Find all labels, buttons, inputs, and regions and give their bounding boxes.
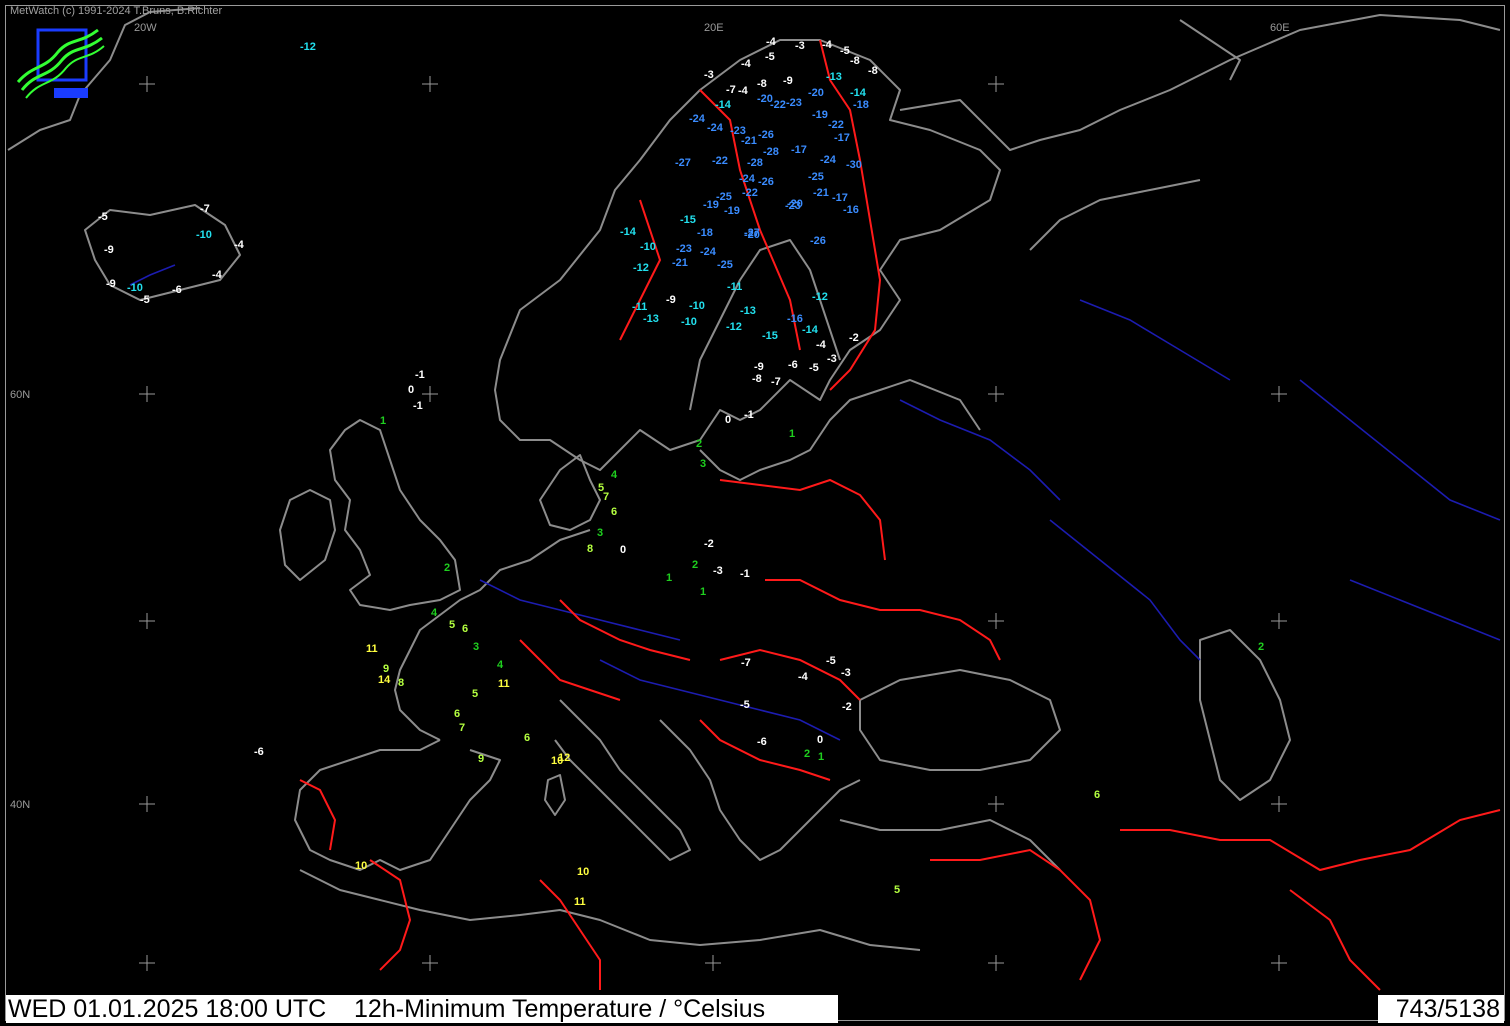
- status-gap: [326, 995, 354, 1023]
- metwatch-logo-icon: [16, 28, 105, 99]
- map-frame: [5, 5, 1505, 1021]
- valid-datetime: WED 01.01.2025 18:00 UTC: [8, 995, 327, 1023]
- station-counter: 743/5138: [1378, 995, 1504, 1023]
- product-title: 12h-Minimum Temperature / °Celsius: [354, 995, 766, 1023]
- copyright-credit: MetWatch (c) 1991-2024 T.Bruns, B.Richte…: [10, 5, 223, 17]
- status-bar-left: WED 01.01.2025 18:00 UTC 12h-Minimum Tem…: [6, 995, 838, 1023]
